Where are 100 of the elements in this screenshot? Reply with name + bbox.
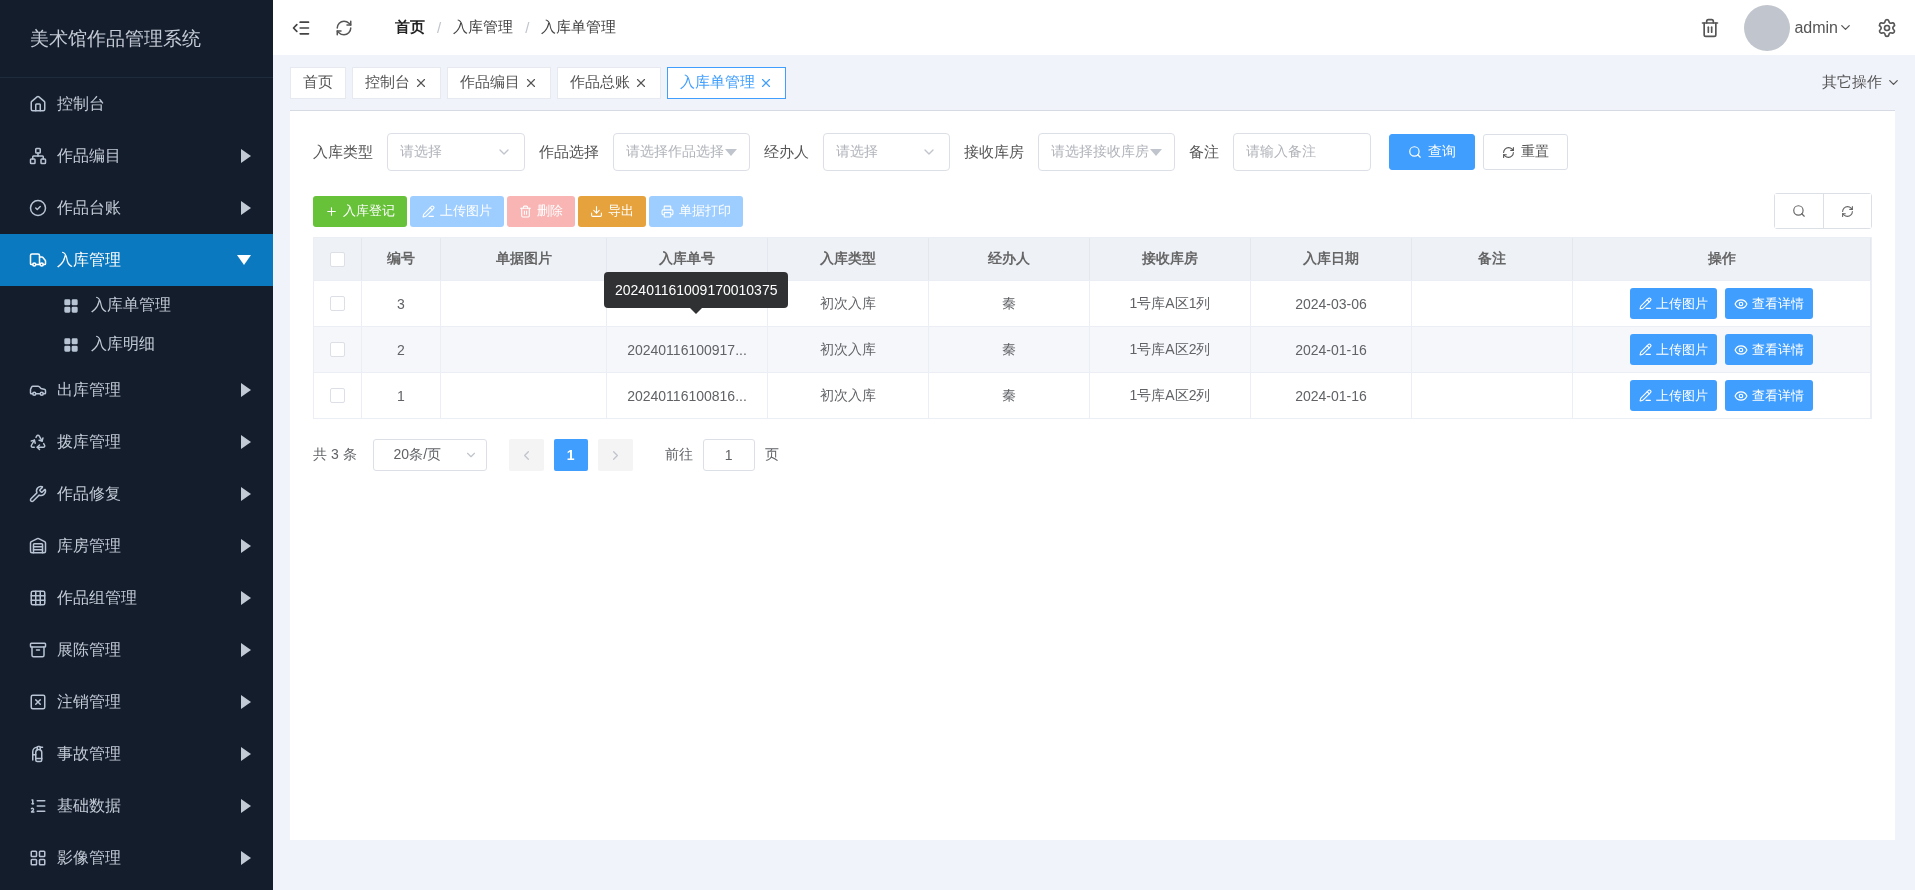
page-input[interactable]: 1 xyxy=(702,439,755,471)
trash-icon[interactable] xyxy=(1700,17,1721,38)
sidebar-item[interactable]: 注销管理 xyxy=(0,676,273,728)
search-icon xyxy=(1792,204,1806,218)
pencil-icon xyxy=(422,204,435,218)
filter-label: 经办人 xyxy=(764,142,809,162)
column-header: 单据图片 xyxy=(441,238,607,280)
truck-icon xyxy=(29,251,47,269)
sidebar-item[interactable]: 展陈管理 xyxy=(0,624,273,676)
sidebar-item[interactable]: 基础数据 xyxy=(0,780,273,832)
column-header: 备注 xyxy=(1412,238,1573,280)
sidebar-item[interactable]: 库房管理 xyxy=(0,520,273,572)
refresh-button[interactable] xyxy=(1823,194,1871,228)
list-icon xyxy=(29,797,47,815)
sidebar-item[interactable]: 出库管理 xyxy=(0,364,273,416)
page-tab[interactable]: 作品编目 xyxy=(447,66,551,99)
grid-icon xyxy=(63,297,79,314)
page-unit: 页 xyxy=(764,446,779,464)
refresh-icon xyxy=(1841,204,1854,218)
breadcrumb-item[interactable]: 入库管理 xyxy=(453,18,514,37)
download-icon xyxy=(590,204,603,218)
checkbox[interactable] xyxy=(330,342,345,357)
check-circle-icon xyxy=(29,199,47,217)
sidebar-item[interactable]: 事故管理 xyxy=(0,728,273,780)
grid-icon xyxy=(29,589,47,607)
table-cell: 1号库A区2列 xyxy=(1090,372,1251,418)
page-size-select[interactable]: 20条/页 xyxy=(372,439,487,471)
sidebar-item[interactable]: 作品修复 xyxy=(0,468,273,520)
search-icon xyxy=(1408,145,1422,159)
pencil-icon xyxy=(1639,389,1652,402)
sidebar-item[interactable]: 影像管理 xyxy=(0,832,273,884)
filter-label: 入库类型 xyxy=(313,142,373,162)
reset-button[interactable]: 重置 xyxy=(1483,134,1568,170)
total-count: 共 3 条 xyxy=(313,446,357,464)
caret-icon xyxy=(1150,148,1162,156)
filter-label: 接收库房 xyxy=(964,142,1024,162)
table-cell: 2024-01-16 xyxy=(1251,372,1412,418)
caret-icon xyxy=(725,148,737,156)
page-tab[interactable]: 作品总账 xyxy=(557,66,661,99)
sidebar-subitem[interactable]: 入库单管理 xyxy=(0,286,273,325)
page-tab[interactable]: 控制台 xyxy=(352,66,441,99)
column-header: 入库类型 xyxy=(768,238,929,280)
table-cell: 秦 xyxy=(929,372,1090,418)
refresh-icon xyxy=(1502,145,1515,159)
sidebar-item[interactable]: 作品台账 xyxy=(0,182,273,234)
sidebar-subitem[interactable]: 入库明细 xyxy=(0,325,273,364)
printer-icon xyxy=(661,204,674,218)
plus-icon xyxy=(325,204,338,218)
eye-icon xyxy=(1734,388,1748,403)
settings-icon[interactable] xyxy=(1877,17,1897,38)
table-cell: 秦 xyxy=(929,280,1090,326)
tools-icon xyxy=(29,485,47,503)
tooltip-arrow-icon xyxy=(690,308,703,314)
pencil-icon xyxy=(1639,297,1652,310)
table-cell: 初次入库 xyxy=(768,326,929,372)
table-cell: 秦 xyxy=(929,326,1090,372)
table-cell: 2024-01-16 xyxy=(1251,326,1412,372)
breadcrumb-item[interactable]: 入库单管理 xyxy=(541,18,617,37)
goto-label: 前往 xyxy=(664,446,693,464)
filter-label: 作品选择 xyxy=(539,142,599,162)
table-cell: 20240116100917... xyxy=(607,326,768,372)
table-cell: 2024-03-06 xyxy=(1251,280,1412,326)
filter-label: 备注 xyxy=(1189,142,1219,162)
breadcrumb-item[interactable]: 首页 xyxy=(395,18,425,37)
user-name[interactable]: admin xyxy=(1794,18,1838,37)
breadcrumb-separator: / xyxy=(525,19,530,36)
x-square-icon xyxy=(29,693,47,711)
table-cell: 1 xyxy=(362,372,441,418)
column-header: 入库日期 xyxy=(1251,238,1412,280)
sidebar-item[interactable]: 入库管理 xyxy=(0,234,273,286)
grid-icon xyxy=(63,336,79,353)
eye-icon xyxy=(1734,342,1748,357)
sidebar-item[interactable]: 拨库管理 xyxy=(0,416,273,468)
pencil-icon xyxy=(1639,343,1652,356)
refresh-icon[interactable] xyxy=(335,18,353,37)
table-cell: 初次入库 xyxy=(768,372,929,418)
breadcrumb-separator: / xyxy=(437,19,442,36)
network-icon xyxy=(29,147,47,165)
table-cell: 3 xyxy=(362,280,441,326)
table-cell: 1号库A区1列 xyxy=(1090,280,1251,326)
recycle-icon xyxy=(29,433,47,451)
column-header: 接收库房 xyxy=(1090,238,1251,280)
column-header: 编号 xyxy=(362,238,441,280)
page-tab[interactable]: 首页 xyxy=(290,66,346,99)
tooltip: 202401161009170010375 xyxy=(604,272,789,308)
other-actions-dropdown[interactable]: 其它操作 xyxy=(1822,73,1901,92)
table-cell: 1号库A区2列 xyxy=(1090,326,1251,372)
column-header: 经办人 xyxy=(929,238,1090,280)
home-icon xyxy=(29,95,47,113)
checkbox[interactable] xyxy=(330,388,345,403)
grid-icon xyxy=(29,849,47,867)
sidebar-item[interactable]: 控制台 xyxy=(0,78,273,130)
sidebar-item[interactable]: 作品编目 xyxy=(0,130,273,182)
table-cell: 20240116100816... xyxy=(607,372,768,418)
house-icon xyxy=(29,537,47,555)
checkbox[interactable] xyxy=(330,296,345,311)
checkbox[interactable] xyxy=(330,251,345,267)
trash-icon xyxy=(519,204,532,218)
sidebar-item[interactable]: 作品组管理 xyxy=(0,572,273,624)
column-header: 操作 xyxy=(1573,238,1871,280)
